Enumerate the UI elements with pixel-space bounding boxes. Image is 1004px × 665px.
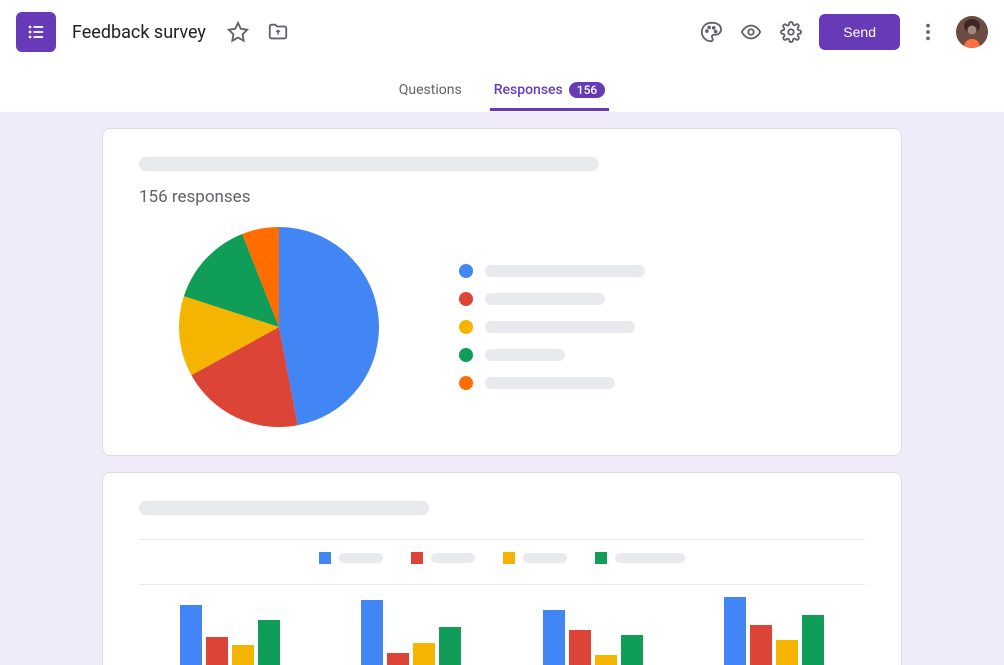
bar <box>569 630 591 665</box>
legend-item <box>459 348 645 362</box>
legend-dot <box>459 348 473 362</box>
legend-item <box>459 320 645 334</box>
bar <box>258 620 280 665</box>
tabs: Questions Responses 156 <box>0 64 1004 112</box>
bar <box>621 635 643 665</box>
content-area: 156 responses <box>0 112 1004 665</box>
move-folder-icon[interactable] <box>258 12 298 52</box>
pie-legend <box>459 264 645 390</box>
bar <box>232 645 254 665</box>
bar-legend-swatch <box>503 552 515 564</box>
question2-title-placeholder <box>139 501 429 515</box>
preview-icon[interactable] <box>731 12 771 52</box>
more-icon[interactable] <box>908 12 948 52</box>
tab-responses-label: Responses <box>494 82 563 98</box>
tab-responses[interactable]: Responses 156 <box>490 72 610 111</box>
bar-group <box>361 600 461 665</box>
bar-card <box>102 472 902 665</box>
bar-legend-label-placeholder <box>339 553 383 563</box>
bar <box>724 597 746 665</box>
bar-legend-item <box>595 552 685 564</box>
legend-dot <box>459 320 473 334</box>
divider <box>139 584 865 585</box>
bar-legend-swatch <box>411 552 423 564</box>
bar <box>361 600 383 665</box>
tab-questions[interactable]: Questions <box>395 72 466 111</box>
tab-questions-label: Questions <box>399 82 462 98</box>
palette-icon[interactable] <box>691 12 731 52</box>
legend-item <box>459 264 645 278</box>
forms-logo[interactable] <box>16 12 56 52</box>
header: Feedback survey Send <box>0 0 1004 64</box>
question-title-placeholder <box>139 157 599 171</box>
legend-label-placeholder <box>485 377 615 389</box>
bar-legend-item <box>503 552 567 564</box>
legend-item <box>459 292 645 306</box>
responses-count: 156 responses <box>139 187 865 207</box>
responses-badge: 156 <box>569 82 605 98</box>
bar-legend-label-placeholder <box>615 553 685 563</box>
bar-group <box>543 610 643 665</box>
bar <box>413 643 435 665</box>
bar-chart <box>139 595 865 665</box>
legend-dot <box>459 264 473 278</box>
bar <box>543 610 565 665</box>
legend-label-placeholder <box>485 349 565 361</box>
bar-legend-item <box>319 552 383 564</box>
bar-legend-label-placeholder <box>431 553 475 563</box>
bar-legend-label-placeholder <box>523 553 567 563</box>
bar <box>750 625 772 665</box>
bar-group <box>724 597 824 665</box>
pie-chart <box>179 227 379 427</box>
bar <box>595 655 617 665</box>
bar-legend-item <box>411 552 475 564</box>
legend-label-placeholder <box>485 321 635 333</box>
summary-card: 156 responses <box>102 128 902 456</box>
divider <box>139 539 865 540</box>
legend-label-placeholder <box>485 265 645 277</box>
avatar[interactable] <box>956 16 988 48</box>
bar-legend-swatch <box>319 552 331 564</box>
bar-legend <box>139 552 865 564</box>
bar <box>776 640 798 665</box>
settings-icon[interactable] <box>771 12 811 52</box>
bar <box>439 627 461 665</box>
bar <box>180 605 202 665</box>
send-button[interactable]: Send <box>819 14 900 50</box>
bar <box>387 653 409 665</box>
bar <box>206 637 228 665</box>
form-title[interactable]: Feedback survey <box>72 22 206 43</box>
legend-dot <box>459 376 473 390</box>
bar <box>802 615 824 665</box>
bar-group <box>180 605 280 665</box>
legend-dot <box>459 292 473 306</box>
legend-label-placeholder <box>485 293 605 305</box>
legend-item <box>459 376 645 390</box>
star-icon[interactable] <box>218 12 258 52</box>
bar-legend-swatch <box>595 552 607 564</box>
